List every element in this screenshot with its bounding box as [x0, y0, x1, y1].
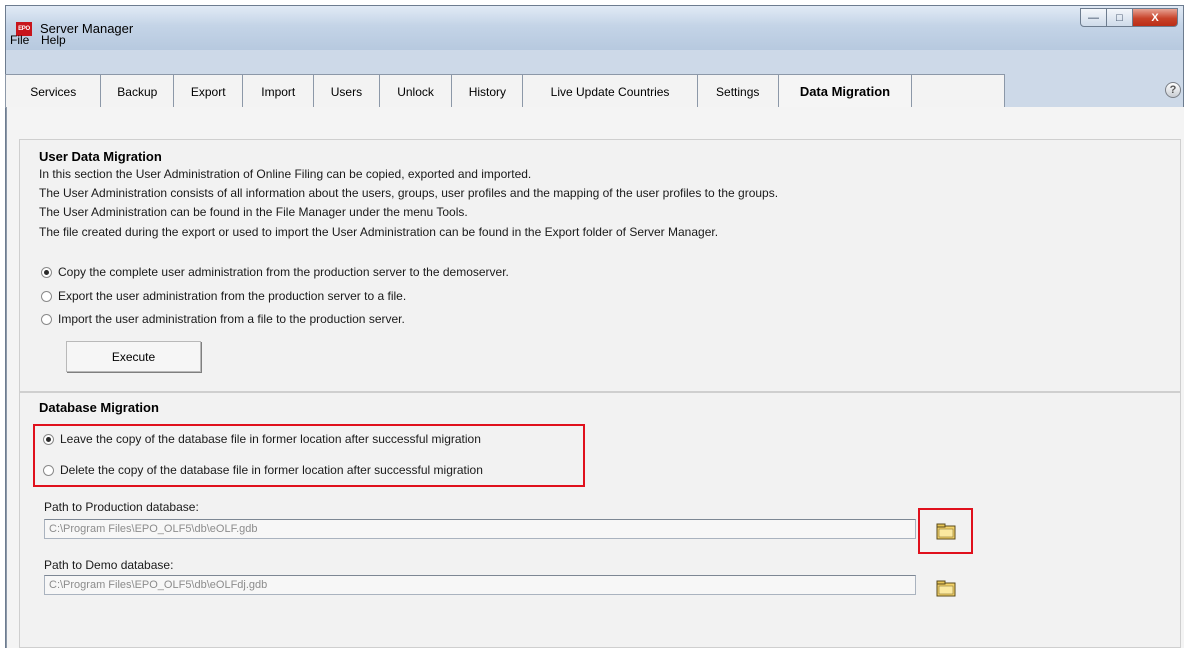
import-user-admin-label: Import the user administration from a fi… — [58, 312, 405, 326]
export-user-admin-label: Export the user administration from the … — [58, 289, 407, 303]
tab-export[interactable]: Export — [174, 75, 244, 108]
tab-services[interactable]: Services — [5, 75, 102, 108]
radio-button[interactable] — [41, 313, 52, 325]
close-button[interactable]: X — [1132, 8, 1178, 27]
description-line: The User Administration can be found in … — [39, 205, 468, 219]
copy-user-admin-label: Copy the complete user administration fr… — [58, 265, 509, 279]
maximize-button[interactable]: □ — [1106, 8, 1133, 27]
leave-database-copy-option[interactable]: Leave the copy of the database file in f… — [43, 432, 481, 446]
radio-button[interactable] — [41, 290, 52, 302]
radio-button[interactable] — [41, 266, 52, 278]
user-data-migration-heading: User Data Migration — [39, 149, 162, 164]
minimize-icon: — — [1088, 11, 1099, 24]
browse-production-button[interactable] — [935, 520, 957, 542]
radio-button[interactable] — [43, 464, 54, 476]
tab-import[interactable]: Import — [243, 75, 315, 108]
leave-database-copy-label: Leave the copy of the database file in f… — [60, 432, 481, 446]
tab-strip-filler — [912, 75, 1005, 108]
production-database-path-field[interactable]: C:\Program Files\EPO_OLF5\db\eOLF.gdb — [44, 519, 916, 539]
export-user-admin-option[interactable]: Export the user administration from the … — [41, 289, 406, 303]
tab-users[interactable]: Users — [314, 75, 380, 108]
menu-file[interactable]: File — [10, 33, 29, 47]
menu-help[interactable]: Help — [41, 33, 66, 47]
tab-history[interactable]: History — [452, 75, 524, 108]
demo-path-label: Path to Demo database: — [44, 558, 174, 572]
tab-settings[interactable]: Settings — [697, 75, 779, 108]
delete-database-copy-label: Delete the copy of the database file in … — [60, 463, 483, 477]
database-migration-heading: Database Migration — [39, 400, 159, 415]
tab-live-update-countries[interactable]: Live Update Countries — [523, 75, 698, 108]
import-user-admin-option[interactable]: Import the user administration from a fi… — [41, 312, 405, 326]
delete-database-copy-option[interactable]: Delete the copy of the database file in … — [43, 463, 483, 477]
folder-icon — [936, 580, 956, 597]
help-icon[interactable]: ? — [1165, 82, 1181, 98]
description-line: The file created during the export or us… — [39, 225, 719, 239]
tab-data-migration[interactable]: Data Migration — [778, 75, 913, 108]
demo-database-path-field[interactable]: C:\Program Files\EPO_OLF5\db\eOLFdj.gdb — [44, 575, 916, 595]
tab-backup[interactable]: Backup — [101, 75, 175, 108]
maximize-icon: □ — [1116, 11, 1123, 24]
tab-unlock[interactable]: Unlock — [379, 75, 453, 108]
radio-button[interactable] — [43, 433, 54, 445]
tab-strip: Services Backup Export Import Users Unlo… — [5, 74, 1005, 108]
window-controls: — □ X — [1080, 8, 1178, 28]
menu-bar: File Help — [6, 31, 1183, 50]
minimize-button[interactable]: — — [1080, 8, 1107, 27]
production-path-label: Path to Production database: — [44, 500, 199, 514]
copy-user-admin-option[interactable]: Copy the complete user administration fr… — [41, 265, 509, 279]
title-bar: EPO Server Manager — □ X File Help — [6, 6, 1183, 50]
folder-icon — [936, 523, 956, 540]
execute-button[interactable]: Execute — [66, 341, 201, 372]
close-icon: X — [1151, 11, 1159, 24]
description-line: In this section the User Administration … — [39, 167, 532, 181]
description-line: The User Administration consists of all … — [39, 186, 779, 200]
browse-demo-button[interactable] — [935, 577, 957, 599]
